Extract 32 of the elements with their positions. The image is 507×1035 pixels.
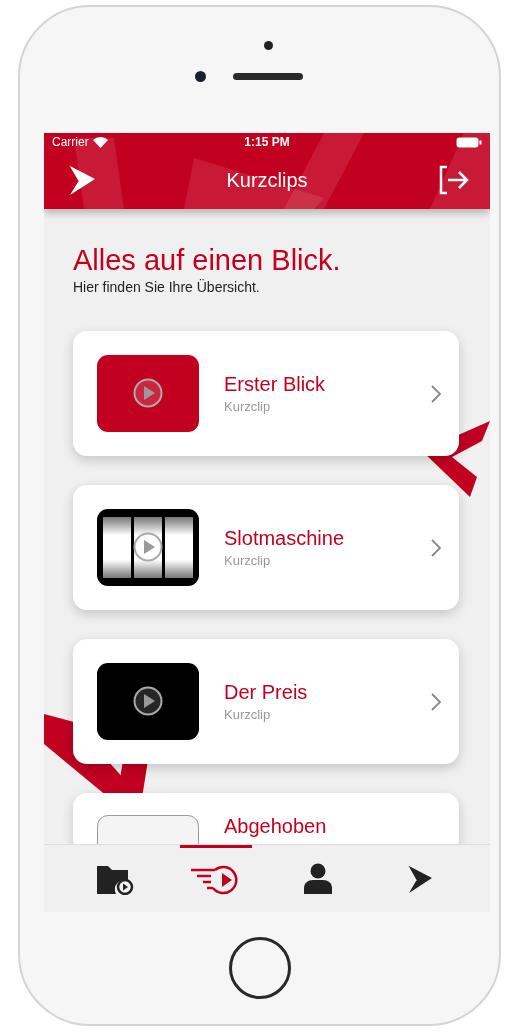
- screen-title: Kurzclips: [226, 168, 308, 192]
- status-time: 1:15 PM: [244, 135, 290, 149]
- clip-card[interactable]: Der Preis Kurzclip: [73, 639, 459, 764]
- clip-subtitle: Kurzclip: [224, 553, 272, 568]
- page-heading: Alles auf einen Blick.: [73, 243, 342, 277]
- chevron-right-icon: [431, 538, 441, 557]
- play-icon: [133, 378, 163, 408]
- battery-icon: [456, 136, 482, 148]
- sensor-dot: [264, 41, 273, 50]
- home-button[interactable]: [228, 937, 291, 999]
- chevron-right-icon: [431, 384, 441, 403]
- clip-card[interactable]: Abgehoben: [73, 793, 459, 844]
- play-icon: [133, 686, 163, 716]
- page-subtitle: Hier finden Sie Ihre Übersicht.: [73, 279, 261, 295]
- logout-icon[interactable]: [438, 165, 470, 195]
- wifi-icon: [92, 136, 108, 148]
- clip-subtitle: Kurzclip: [224, 399, 272, 414]
- logo-icon[interactable]: [66, 164, 96, 196]
- clip-title: Erster Blick: [224, 373, 327, 396]
- chevron-right-icon: [431, 692, 441, 711]
- clip-title: Abgehoben: [224, 815, 328, 838]
- person-icon: [302, 862, 333, 895]
- play-icon: [133, 532, 163, 562]
- clip-card[interactable]: Slotmaschine Kurzclip: [73, 485, 459, 610]
- clip-subtitle: Kurzclip: [224, 707, 272, 722]
- carrier-label: Carrier: [52, 135, 89, 149]
- clip-title: Slotmaschine: [224, 527, 346, 550]
- logo-icon: [405, 863, 434, 894]
- clip-title: Der Preis: [224, 681, 309, 704]
- clip-card[interactable]: Erster Blick Kurzclip: [73, 331, 459, 456]
- camera-lens: [195, 71, 206, 82]
- speaker-grille: [233, 73, 303, 80]
